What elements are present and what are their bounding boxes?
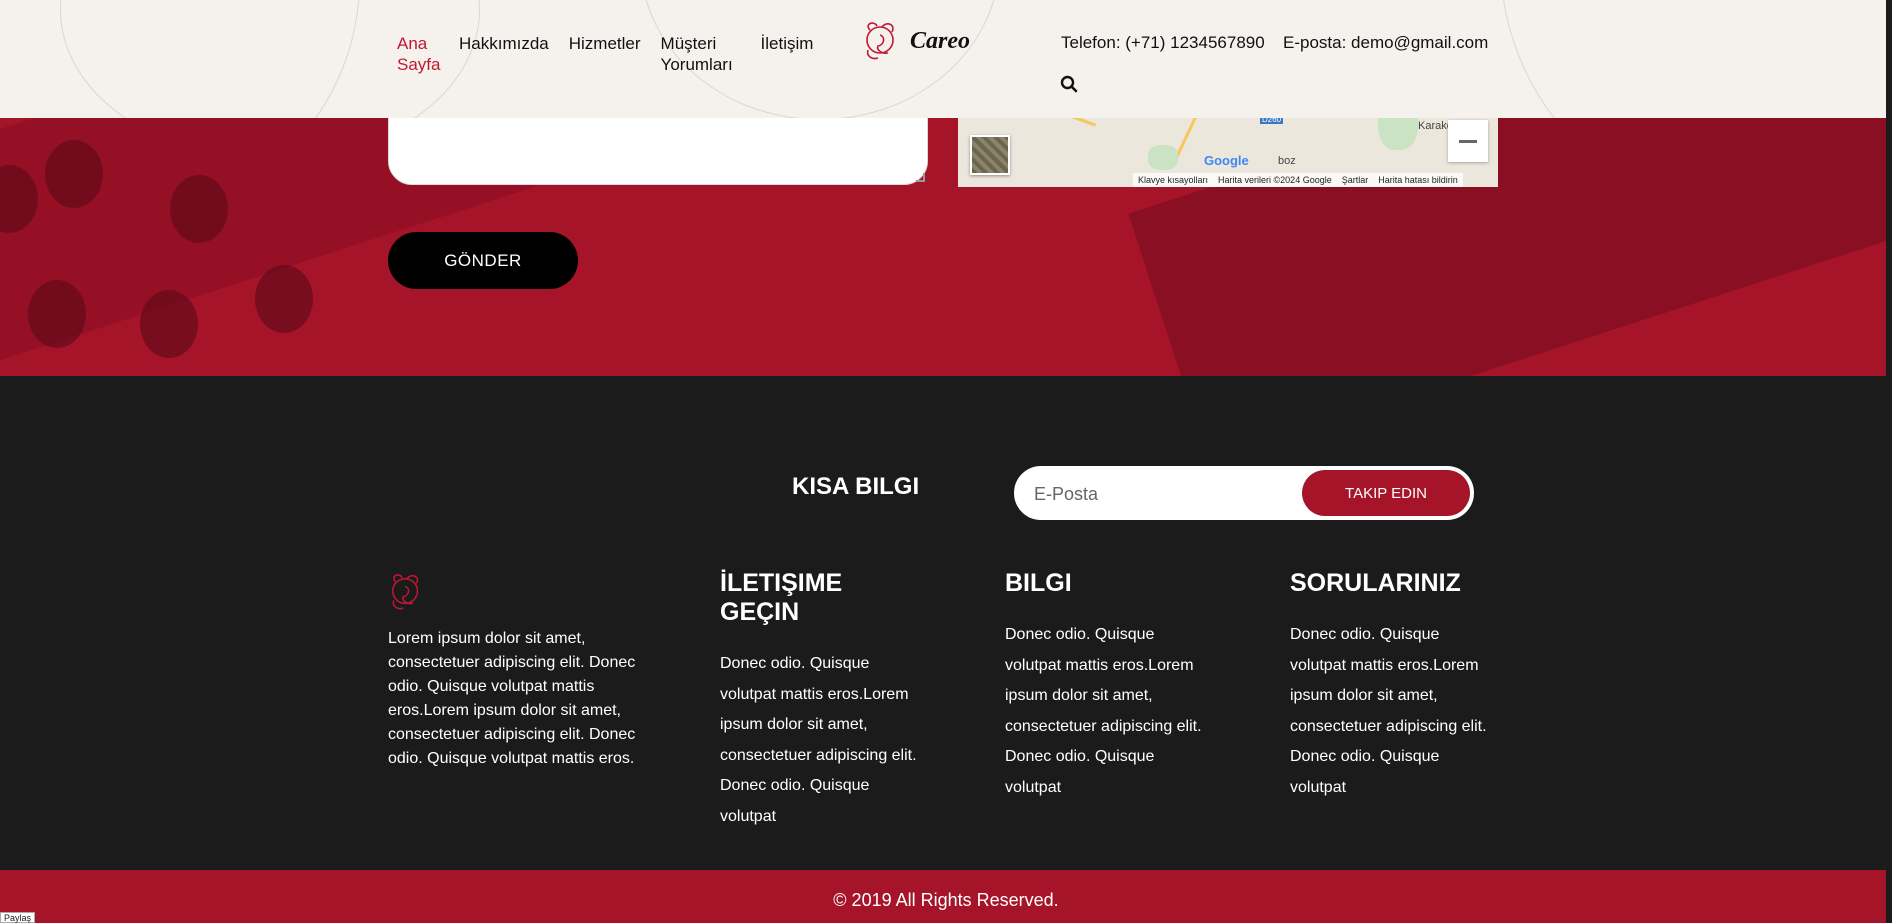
nav-item-testimonials[interactable]: Müşteri Yorumları <box>661 33 741 75</box>
woman-head-logo-icon <box>391 574 419 610</box>
main-nav: Ana Sayfa Hakkımızda Hizmetler Müşteri Y… <box>397 33 813 75</box>
footer-column-title: SORULARINIZ <box>1290 569 1461 597</box>
header-phone: Telefon: (+71) 1234567890 <box>1061 33 1265 52</box>
map-footer-link[interactable]: Şartlar <box>1342 175 1369 185</box>
map-footer: Klavye kısayolları Harita verileri ©2024… <box>1133 173 1463 187</box>
minus-icon <box>1459 139 1477 143</box>
about-text: Lorem ipsum dolor sit amet, consectetuer… <box>388 630 636 767</box>
share-tag[interactable]: Paylaş <box>0 912 36 923</box>
subscribe-button[interactable]: TAKIP EDIN <box>1302 470 1470 516</box>
zoom-out-button[interactable] <box>1448 120 1488 162</box>
map-label: boz <box>1278 155 1296 167</box>
footer-column-text: Donec odio. Quisque volutpat mattis eros… <box>1290 626 1487 796</box>
google-logo: Google <box>1204 153 1249 168</box>
resize-handle-icon[interactable] <box>916 173 925 182</box>
nav-item-home[interactable]: Ana Sayfa <box>397 33 440 75</box>
footer-column-title: BILGI <box>1005 569 1072 597</box>
footer-column: SORULARINIZ Donec odio. Quisque volutpat… <box>1290 569 1490 804</box>
send-button[interactable]: GÖNDER <box>388 232 578 289</box>
polka-dot <box>140 290 198 358</box>
footer-about: Lorem ipsum dolor sit amet, consectetuer… <box>388 572 658 771</box>
map-footer-text: Harita verileri ©2024 Google <box>1218 175 1332 185</box>
nav-item-about[interactable]: Hakkımızda <box>459 33 549 75</box>
nav-item-contact[interactable]: İletişim <box>761 33 814 75</box>
header-email: E-posta: demo@gmail.com <box>1283 33 1489 52</box>
map-park <box>1148 145 1178 170</box>
copyright-text: © 2019 All Rights Reserved. <box>833 890 1059 910</box>
woman-head-logo-icon <box>866 22 894 60</box>
site-header: Ana Sayfa Hakkımızda Hizmetler Müşteri Y… <box>0 0 1892 118</box>
footer-column-text: Donec odio. Quisque volutpat mattis eros… <box>1005 626 1202 796</box>
header-swirl <box>1500 0 1892 118</box>
newsletter-form: TAKIP EDIN <box>1014 466 1474 520</box>
page-edge <box>1886 0 1892 923</box>
polka-dot <box>45 140 103 208</box>
subscribe-title: KISA BILGI <box>792 473 920 500</box>
footer-column: İLETIŞIME GEÇIN Donec odio. Quisque volu… <box>720 569 920 833</box>
nav-item-services[interactable]: Hizmetler <box>569 33 641 75</box>
email-input[interactable] <box>1034 480 1294 508</box>
copyright-bar: © 2019 All Rights Reserved. <box>0 870 1892 923</box>
satellite-toggle-icon[interactable] <box>970 135 1010 175</box>
site-logo[interactable]: Careo <box>862 20 970 62</box>
polka-dot <box>255 265 313 333</box>
footer-column-title: İLETIŞIME GEÇIN <box>720 569 843 626</box>
map-footer-link[interactable]: Harita hatası bildirin <box>1378 175 1458 185</box>
logo-text: Careo <box>910 27 970 54</box>
footer-column-text: Donec odio. Quisque volutpat mattis eros… <box>720 655 917 825</box>
map-footer-link[interactable]: Klavye kısayolları <box>1138 175 1208 185</box>
footer-column: BILGI Donec odio. Quisque volutpat matti… <box>1005 569 1205 804</box>
search-icon[interactable] <box>1060 75 1078 93</box>
polka-dot <box>28 280 86 348</box>
polka-dot <box>170 175 228 243</box>
